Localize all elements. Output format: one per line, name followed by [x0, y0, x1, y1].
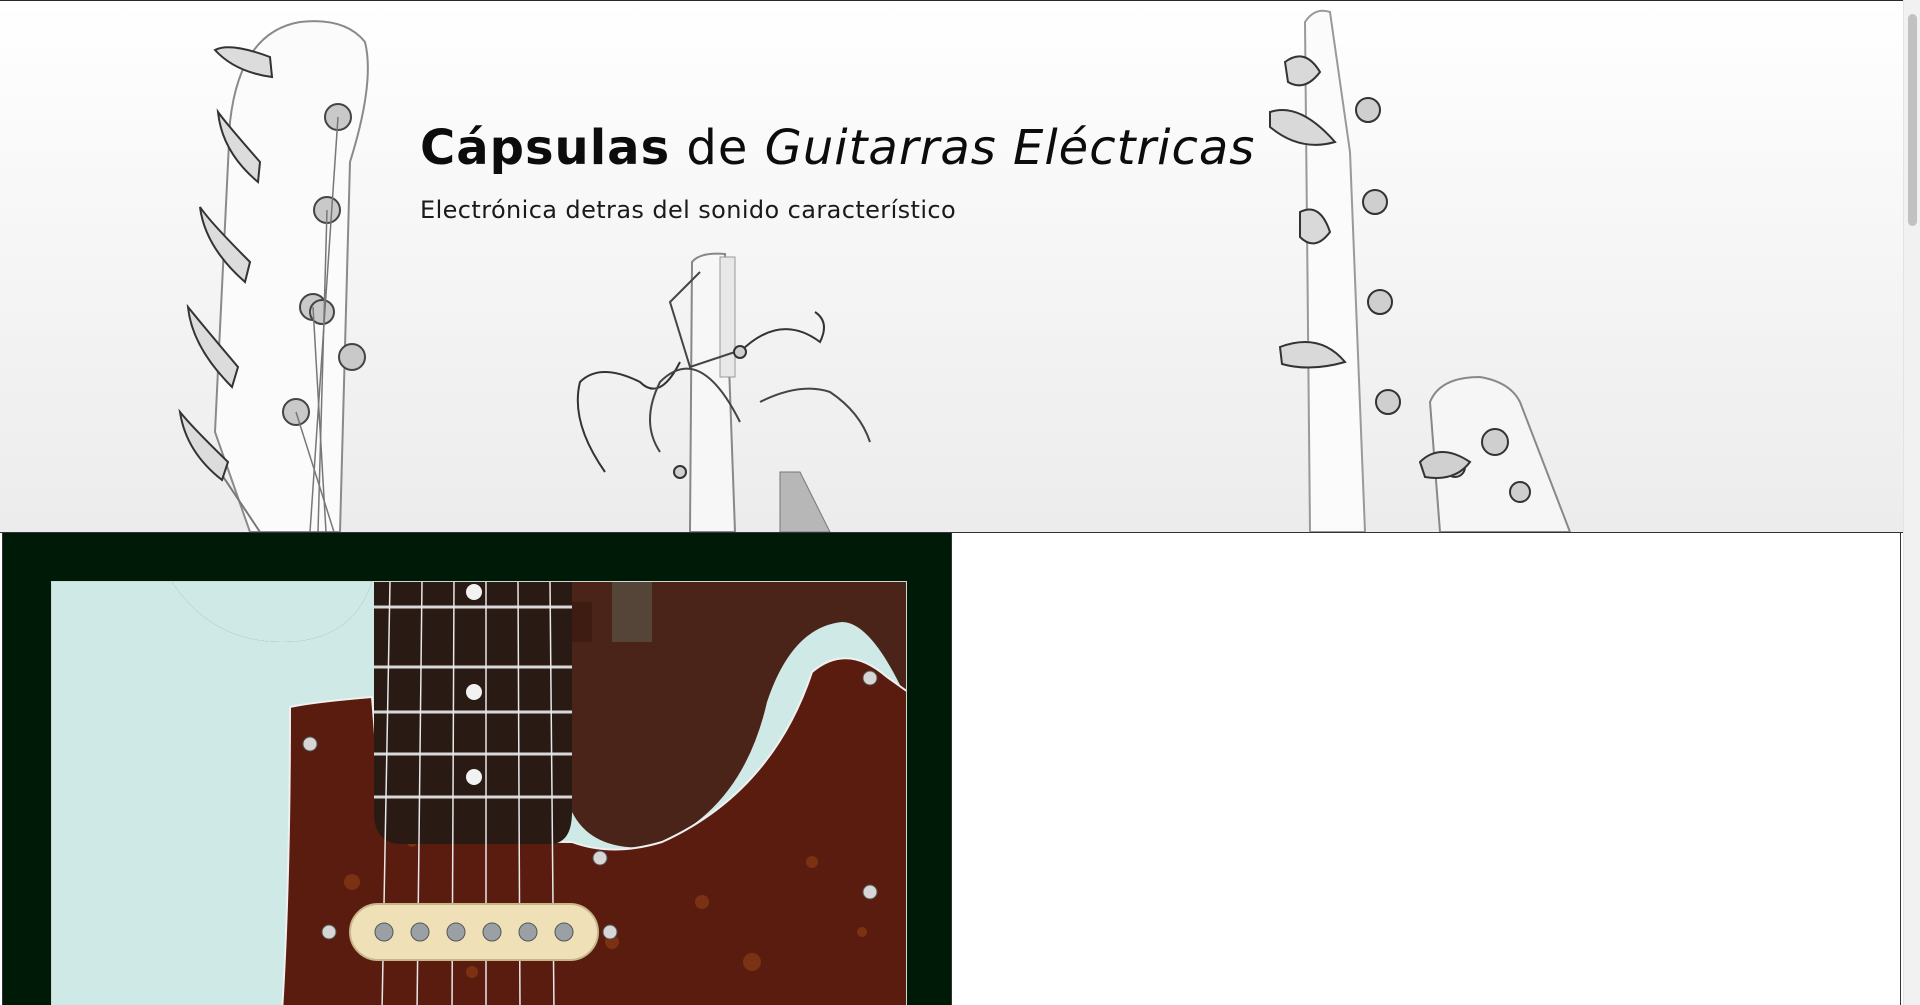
image-panel [2, 533, 952, 1005]
text-panel [953, 533, 1901, 1005]
vertical-scrollbar[interactable] [1903, 0, 1920, 1005]
page: Cápsulas de Guitarras Eléctricas Electró… [0, 0, 1903, 1005]
guitar-pickup-photo [51, 581, 907, 1005]
left-headstock-graphic [178, 20, 369, 532]
hero-text-block: Cápsulas de Guitarras Eléctricas Electró… [420, 120, 1255, 224]
title-de: de [670, 120, 765, 176]
scrollbar-thumb[interactable] [1908, 14, 1917, 226]
stratocaster-photo-graphic [52, 582, 906, 1005]
title-guitarras-electricas: Guitarras Eléctricas [764, 120, 1256, 176]
right-headstock-graphic [1269, 9, 1572, 532]
page-title: Cápsulas de Guitarras Eléctricas [420, 120, 1255, 176]
title-capsulas: Cápsulas [420, 120, 671, 176]
hero-banner: Cápsulas de Guitarras Eléctricas Electró… [0, 2, 1903, 532]
page-subtitle: Electrónica detras del sonido caracterís… [420, 196, 957, 224]
main-content [0, 532, 1903, 1005]
middle-neck-graphic [576, 252, 871, 532]
hero-guitar-headstocks-image [178, 9, 1572, 532]
